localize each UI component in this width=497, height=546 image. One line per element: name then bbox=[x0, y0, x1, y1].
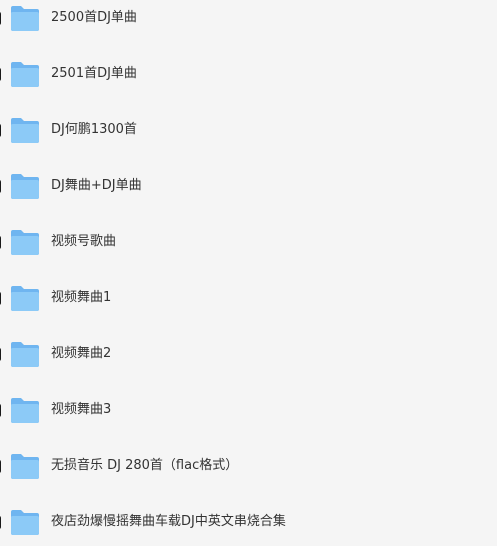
row-checkbox[interactable] bbox=[0, 68, 1, 81]
folder-name: 夜店劲爆慢摇舞曲车载DJ中英文串烧合集 bbox=[51, 514, 286, 529]
list-item[interactable]: 无损音乐 DJ 280首（flac格式） bbox=[0, 448, 497, 488]
row-checkbox[interactable] bbox=[0, 516, 1, 529]
folder-icon bbox=[10, 116, 40, 144]
folder-name: 2500首DJ单曲 bbox=[51, 10, 137, 25]
row-checkbox[interactable] bbox=[0, 236, 1, 249]
folder-name: 2501首DJ单曲 bbox=[51, 66, 137, 81]
list-item[interactable]: 视频舞曲1 bbox=[0, 280, 497, 320]
folder-name: 视频舞曲1 bbox=[51, 290, 112, 305]
folder-icon bbox=[10, 60, 40, 88]
row-checkbox[interactable] bbox=[0, 460, 1, 473]
folder-icon bbox=[10, 396, 40, 424]
folder-icon bbox=[10, 284, 40, 312]
list-item[interactable]: 夜店劲爆慢摇舞曲车载DJ中英文串烧合集 bbox=[0, 504, 497, 544]
row-checkbox[interactable] bbox=[0, 12, 1, 25]
folder-name: 视频号歌曲 bbox=[51, 234, 117, 249]
row-checkbox[interactable] bbox=[0, 180, 1, 193]
folder-name: DJ何鹏1300首 bbox=[51, 122, 137, 137]
list-item[interactable]: 视频舞曲3 bbox=[0, 392, 497, 432]
row-checkbox[interactable] bbox=[0, 348, 1, 361]
folder-icon bbox=[10, 4, 40, 32]
row-checkbox[interactable] bbox=[0, 124, 1, 137]
row-checkbox[interactable] bbox=[0, 292, 1, 305]
folder-icon bbox=[10, 452, 40, 480]
folder-name: 视频舞曲2 bbox=[51, 346, 112, 361]
list-item[interactable]: 2501首DJ单曲 bbox=[0, 56, 497, 96]
row-checkbox[interactable] bbox=[0, 404, 1, 417]
list-item[interactable]: 2500首DJ单曲 bbox=[0, 0, 497, 40]
file-list: 2500首DJ单曲 2501首DJ单曲 DJ何鹏1300首 DJ舞曲+DJ单曲 … bbox=[0, 0, 497, 546]
folder-name: DJ舞曲+DJ单曲 bbox=[51, 178, 142, 193]
folder-name: 视频舞曲3 bbox=[51, 402, 112, 417]
folder-icon bbox=[10, 172, 40, 200]
list-item[interactable]: DJ何鹏1300首 bbox=[0, 112, 497, 152]
folder-icon bbox=[10, 340, 40, 368]
folder-icon bbox=[10, 228, 40, 256]
list-item[interactable]: 视频舞曲2 bbox=[0, 336, 497, 376]
folder-icon bbox=[10, 508, 40, 536]
folder-name: 无损音乐 DJ 280首（flac格式） bbox=[51, 458, 239, 473]
list-item[interactable]: DJ舞曲+DJ单曲 bbox=[0, 168, 497, 208]
list-item[interactable]: 视频号歌曲 bbox=[0, 224, 497, 264]
